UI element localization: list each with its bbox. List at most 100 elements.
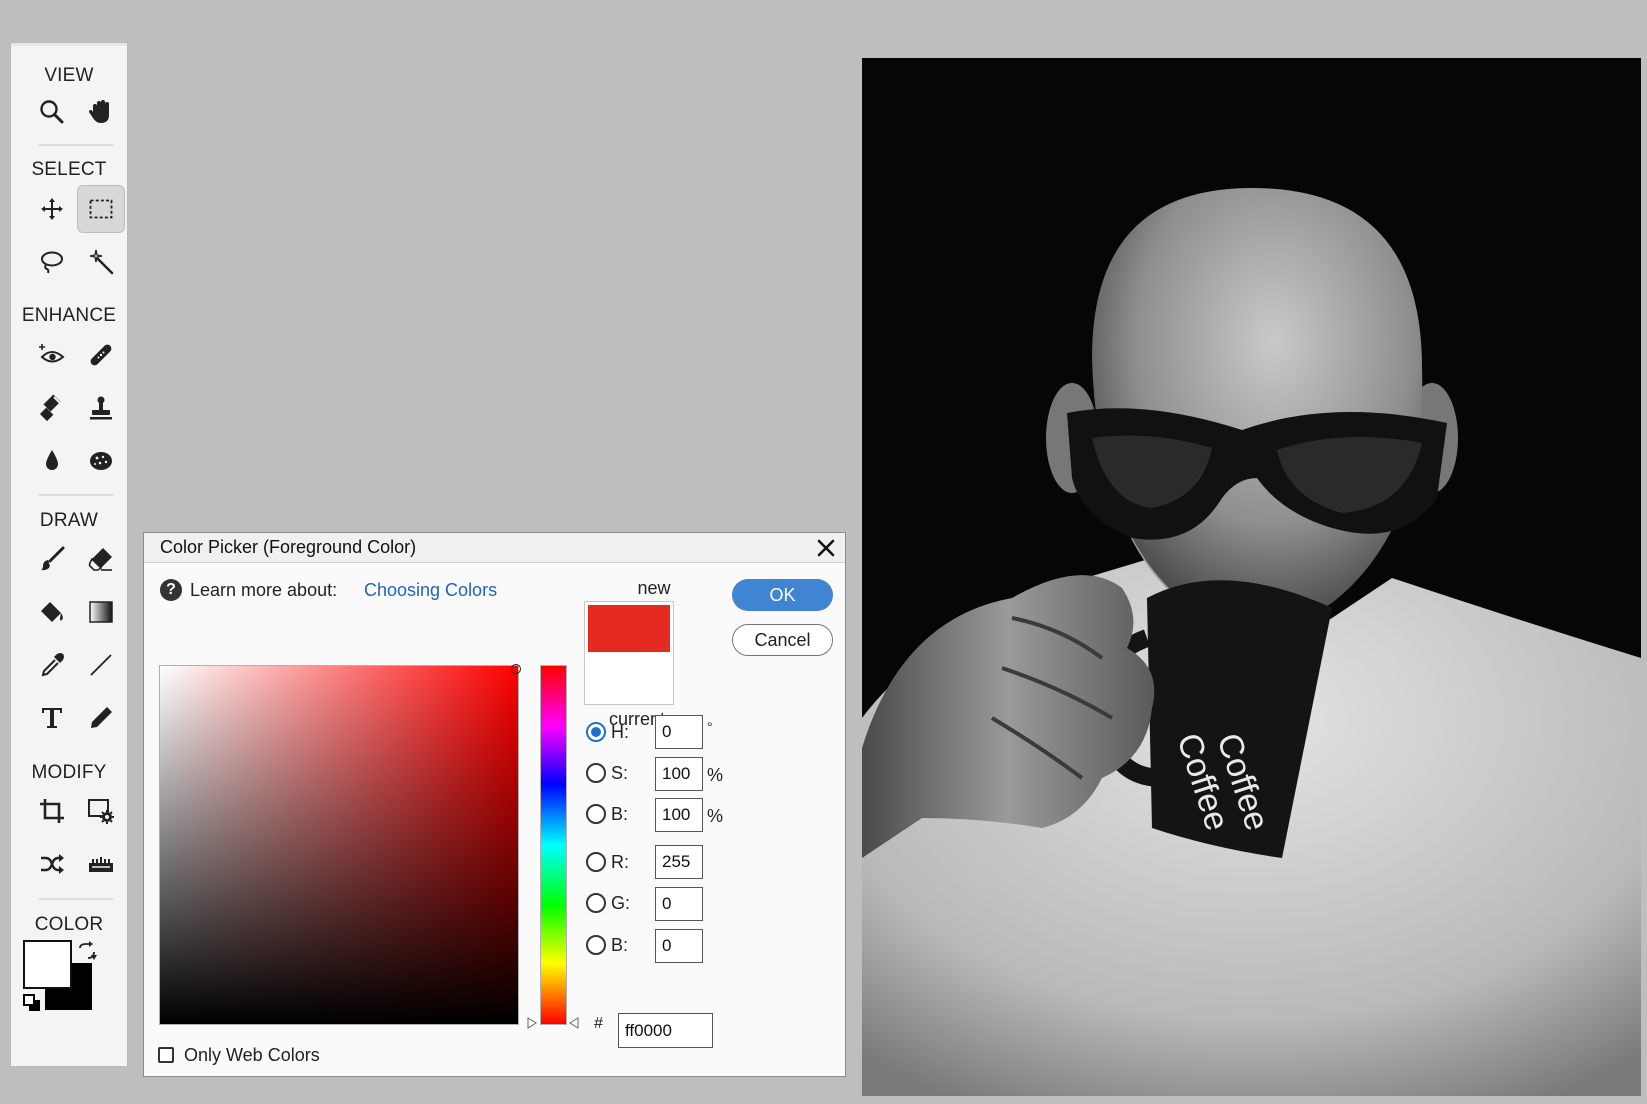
lasso-icon	[41, 251, 63, 274]
green-label: G:	[611, 893, 631, 913]
hue-slider-right-arrow-icon[interactable]	[568, 1017, 580, 1029]
dialog-titlebar[interactable]: Color Picker (Foreground Color)	[144, 533, 845, 563]
magic-wand-icon	[89, 249, 114, 275]
bandage-icon	[90, 344, 112, 366]
gradient-tool[interactable]	[78, 589, 124, 635]
section-select-title: SELECT	[31, 159, 107, 180]
water-drop-icon	[46, 450, 58, 470]
learn-more-label: Learn more about:	[190, 580, 338, 600]
choosing-colors-link[interactable]: Choosing Colors	[364, 580, 497, 601]
hand-icon	[89, 100, 109, 123]
gradient-icon	[89, 601, 113, 623]
hue-slider-left-arrow-icon[interactable]	[526, 1017, 538, 1029]
section-draw-title: DRAW	[39, 510, 99, 531]
line-icon	[90, 654, 112, 676]
brightness-label: B:	[611, 804, 629, 824]
content-aware-move-tool[interactable]	[29, 841, 75, 887]
current-color-swatch[interactable]	[588, 652, 670, 700]
close-icon[interactable]	[816, 538, 836, 558]
crop-tool[interactable]	[29, 788, 75, 834]
brightness-input[interactable]	[655, 798, 703, 832]
section-color-title: COLOR	[34, 914, 104, 935]
eraser-tool[interactable]	[78, 536, 124, 582]
hue-input[interactable]	[655, 715, 703, 749]
saturation-radio[interactable]	[586, 763, 606, 783]
new-color-swatch	[588, 605, 670, 652]
move-tool[interactable]	[29, 186, 75, 232]
paint-bucket-icon	[41, 602, 63, 622]
healing-brush-tool[interactable]	[78, 332, 124, 378]
saturation-brightness-field[interactable]	[159, 665, 519, 1025]
recompose-tool[interactable]	[78, 788, 124, 834]
saturation-label: S:	[611, 763, 629, 783]
blue-radio[interactable]	[586, 935, 606, 955]
pencil-tool[interactable]	[78, 695, 124, 741]
smart-brush-tool[interactable]	[29, 385, 75, 431]
dialog-title: Color Picker (Foreground Color)	[160, 537, 417, 557]
red-input[interactable]	[655, 845, 703, 879]
section-enhance-title: ENHANCE	[21, 305, 117, 326]
hue-slider[interactable]	[540, 665, 567, 1025]
line-tool[interactable]	[78, 642, 124, 688]
clone-stamp-tool[interactable]	[78, 385, 124, 431]
blue-label: B:	[611, 935, 629, 955]
canvas-photo[interactable]: Coffee Coffee	[862, 58, 1641, 1096]
brush-tool[interactable]	[29, 536, 75, 582]
rectangular-marquee-tool[interactable]	[77, 185, 125, 233]
stamp-icon	[90, 396, 112, 420]
brush-icon	[41, 546, 65, 571]
hand-tool[interactable]	[78, 89, 124, 135]
percent-unit: %	[707, 765, 724, 785]
only-web-colors-checkbox[interactable]	[158, 1047, 174, 1063]
text-t-icon	[42, 708, 62, 728]
divider	[39, 494, 113, 496]
red-eye-tool[interactable]	[29, 332, 75, 378]
sponge-tool[interactable]	[78, 438, 124, 484]
straighten-icon	[89, 857, 113, 872]
paint-bucket-tool[interactable]	[29, 589, 75, 635]
foreground-color-swatch[interactable]	[23, 940, 72, 989]
saturation-input[interactable]	[655, 757, 703, 791]
zoom-tool[interactable]	[29, 89, 75, 135]
red-label: R:	[611, 852, 629, 872]
shuffle-icon	[41, 854, 64, 874]
default-colors-icon[interactable]	[22, 993, 42, 1013]
straighten-tool[interactable]	[78, 841, 124, 887]
blue-input[interactable]	[655, 929, 703, 963]
section-modify-title: MODIFY	[31, 762, 107, 783]
sponge-icon	[90, 452, 112, 470]
divider	[39, 898, 113, 900]
marquee-icon	[89, 199, 113, 219]
hue-radio[interactable]	[586, 722, 606, 742]
magnifier-icon	[40, 100, 64, 124]
help-icon[interactable]: ?	[160, 579, 182, 601]
swap-colors-icon[interactable]	[76, 940, 98, 962]
ok-button[interactable]: OK	[732, 579, 833, 611]
hex-input[interactable]	[618, 1013, 713, 1048]
color-compare-swatch	[584, 601, 674, 705]
color-field-marker[interactable]	[511, 664, 521, 674]
green-input[interactable]	[655, 887, 703, 921]
brightness-radio[interactable]	[586, 804, 606, 824]
green-radio[interactable]	[586, 893, 606, 913]
pencil-icon	[91, 707, 112, 728]
only-web-colors-label: Only Web Colors	[184, 1045, 320, 1065]
blur-tool[interactable]	[29, 438, 75, 484]
move-arrows-icon	[41, 198, 63, 220]
cancel-button[interactable]: Cancel	[732, 624, 833, 656]
eyedropper-tool[interactable]	[29, 642, 75, 688]
section-view-title: VIEW	[44, 65, 94, 86]
crop-icon	[40, 799, 64, 823]
photo-image: Coffee Coffee	[862, 58, 1641, 1096]
hue-label: H:	[611, 722, 629, 742]
hex-hash-label: #	[594, 1015, 603, 1032]
magic-wand-tool[interactable]	[78, 239, 124, 285]
red-radio[interactable]	[586, 852, 606, 872]
divider	[39, 144, 113, 146]
percent-unit: %	[707, 806, 724, 826]
eye-icon	[39, 344, 65, 363]
degree-unit: °	[707, 719, 713, 735]
lasso-tool[interactable]	[29, 239, 75, 285]
type-tool[interactable]	[29, 695, 75, 741]
paint-brush-wide-icon	[39, 394, 64, 422]
